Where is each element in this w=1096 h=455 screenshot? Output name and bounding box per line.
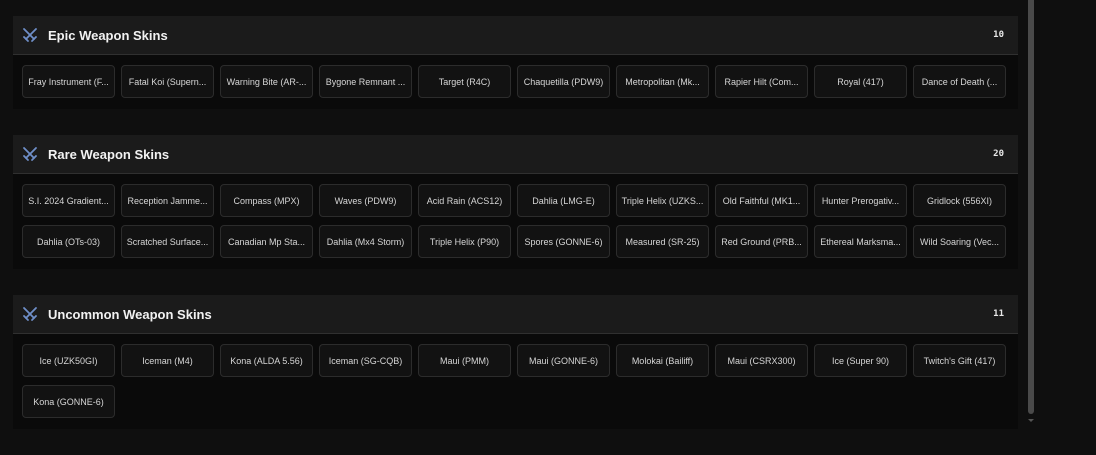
crossed-swords-icon xyxy=(22,27,38,43)
scrollbar[interactable] xyxy=(1028,0,1034,414)
section-header[interactable]: Rare Weapon Skins 20 xyxy=(13,135,1018,174)
skin-card[interactable]: Gridlock (556XI) xyxy=(913,184,1006,217)
section-count-badge: 11 xyxy=(993,309,1004,319)
skin-card[interactable]: Metropolitan (Mk... xyxy=(616,65,709,98)
skin-card[interactable]: Old Faithful (MK1... xyxy=(715,184,808,217)
skin-card[interactable]: Fray Instrument (F... xyxy=(22,65,115,98)
skin-card[interactable]: Ice (Super 90) xyxy=(814,344,907,377)
skin-card[interactable]: Scratched Surface... xyxy=(121,225,214,258)
section-title: Uncommon Weapon Skins xyxy=(48,306,212,322)
section-title: Rare Weapon Skins xyxy=(48,146,170,162)
skin-card[interactable]: Dahlia (OTs-03) xyxy=(22,225,115,258)
skin-card[interactable]: Molokai (Bailiff) xyxy=(616,344,709,377)
skin-grid: Fray Instrument (F... Fatal Koi (Supern..… xyxy=(13,55,1018,109)
skin-card[interactable]: Twitch's Gift (417) xyxy=(913,344,1006,377)
skin-card[interactable]: Dahlia (Mx4 Storm) xyxy=(319,225,412,258)
skin-card[interactable]: Canadian Mp Sta... xyxy=(220,225,313,258)
section-count-badge: 10 xyxy=(993,30,1004,40)
skin-card[interactable]: Kona (GONNE-6) xyxy=(22,385,115,418)
skin-card[interactable]: Triple Helix (P90) xyxy=(418,225,511,258)
skin-card[interactable]: Kona (ALDA 5.56) xyxy=(220,344,313,377)
section-title: Epic Weapon Skins xyxy=(48,27,168,43)
skin-card[interactable]: Dance of Death (... xyxy=(913,65,1006,98)
skin-card[interactable]: Ethereal Marksma... xyxy=(814,225,907,258)
skin-grid: Ice (UZK50GI) Iceman (M4) Kona (ALDA 5.56)… xyxy=(13,334,1018,429)
skin-card[interactable]: Target (R4C) xyxy=(418,65,511,98)
skin-card[interactable]: Acid Rain (ACS12) xyxy=(418,184,511,217)
skin-card[interactable]: Maui (GONNE-6) xyxy=(517,344,610,377)
skin-card[interactable]: Dahlia (LMG-E) xyxy=(517,184,610,217)
skin-grid: S.I. 2024 Gradient... Reception Jamme... C… xyxy=(13,174,1018,269)
skin-card[interactable]: Spores (GONNE-6) xyxy=(517,225,610,258)
skin-card[interactable]: Maui (PMM) xyxy=(418,344,511,377)
skin-card[interactable]: Ice (UZK50GI) xyxy=(22,344,115,377)
skin-card[interactable]: Red Ground (PRB... xyxy=(715,225,808,258)
skin-card[interactable]: Waves (PDW9) xyxy=(319,184,412,217)
skin-card[interactable]: Maui (CSRX300) xyxy=(715,344,808,377)
section-rare-weapon-skins: Rare Weapon Skins 20 S.I. 2024 Gradient...… xyxy=(13,135,1018,269)
section-header[interactable]: Epic Weapon Skins 10 xyxy=(13,16,1018,55)
skin-card[interactable]: Reception Jamme... xyxy=(121,184,214,217)
crossed-swords-icon xyxy=(22,146,38,162)
skin-card[interactable]: Chaquetilla (PDW9) xyxy=(517,65,610,98)
section-header[interactable]: Uncommon Weapon Skins 11 xyxy=(13,295,1018,334)
section-uncommon-weapon-skins: Uncommon Weapon Skins 11 Ice (UZK50GI) Icem… xyxy=(13,295,1018,429)
skin-card[interactable]: Measured (SR-25) xyxy=(616,225,709,258)
skin-card[interactable]: Bygone Remnant ... xyxy=(319,65,412,98)
skin-card[interactable]: Hunter Prerogativ... xyxy=(814,184,907,217)
skin-card[interactable]: Compass (MPX) xyxy=(220,184,313,217)
skin-card[interactable]: Fatal Koi (Supern... xyxy=(121,65,214,98)
skin-card[interactable]: Iceman (SG-CQB) xyxy=(319,344,412,377)
skin-card[interactable]: Wild Soaring (Vec... xyxy=(913,225,1006,258)
weapon-skins-list: Epic Weapon Skins 10 Fray Instrument (F...… xyxy=(13,16,1018,455)
section-count-badge: 20 xyxy=(993,149,1004,159)
skin-card[interactable]: Iceman (M4) xyxy=(121,344,214,377)
skin-card[interactable]: Warning Bite (AR-... xyxy=(220,65,313,98)
skin-card[interactable]: S.I. 2024 Gradient... xyxy=(22,184,115,217)
skin-card[interactable]: Rapier Hilt (Com... xyxy=(715,65,808,98)
scroll-down-arrow-icon[interactable] xyxy=(1028,419,1034,422)
skin-card[interactable]: Royal (417) xyxy=(814,65,907,98)
skin-card[interactable]: Triple Helix (UZKS... xyxy=(616,184,709,217)
crossed-swords-icon xyxy=(22,306,38,322)
section-epic-weapon-skins: Epic Weapon Skins 10 Fray Instrument (F...… xyxy=(13,16,1018,109)
